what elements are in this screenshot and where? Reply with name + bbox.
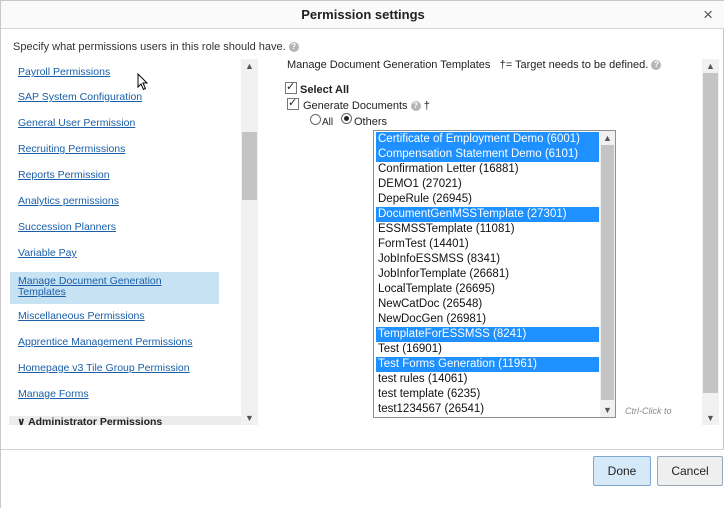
radio-all[interactable] xyxy=(310,114,321,125)
scroll-down-icon[interactable]: ▼ xyxy=(702,411,719,425)
template-option[interactable]: DepeRule (26945) xyxy=(376,192,599,207)
nav-item-7[interactable]: Succession Planners xyxy=(18,222,116,233)
radio-others[interactable] xyxy=(341,113,352,124)
permission-settings-dialog: Permission settings × Specify what permi… xyxy=(0,0,724,508)
done-button[interactable]: Done xyxy=(593,456,651,486)
nav-item-4[interactable]: Recruiting Permissions xyxy=(18,144,125,155)
scroll-up-icon[interactable]: ▲ xyxy=(702,59,719,73)
scroll-down-icon[interactable]: ▼ xyxy=(241,411,258,425)
section-title: Manage Document Generation Templates xyxy=(287,59,491,71)
intro-label: Specify what permissions users in this r… xyxy=(13,41,286,53)
administrator-permissions-header[interactable]: ∨ Administrator Permissions xyxy=(9,416,241,425)
template-option[interactable]: NewCatDoc (26548) xyxy=(376,297,599,312)
collapse-icon: ∨ xyxy=(17,416,26,425)
left-scrollbar[interactable]: ▲ ▼ xyxy=(241,59,258,425)
section-header: Manage Document Generation Templates †= … xyxy=(287,59,662,71)
nav-item-1[interactable]: Payroll Permissions xyxy=(18,67,110,78)
admin-header-label: Administrator Permissions xyxy=(28,416,163,425)
nav-item-13[interactable]: Manage Forms xyxy=(18,389,89,400)
nav-item-3[interactable]: General User Permission xyxy=(18,118,135,129)
intro-text: Specify what permissions users in this r… xyxy=(13,41,299,53)
generate-documents-checkbox[interactable] xyxy=(287,96,299,110)
cancel-button[interactable]: Cancel xyxy=(657,456,723,486)
template-option[interactable]: Compensation Statement Demo (6101) xyxy=(376,147,599,162)
ctrl-click-hint: Ctrl-Click to xyxy=(625,406,672,416)
template-option[interactable]: test1234567 (26541) xyxy=(376,402,599,417)
right-scrollbar[interactable]: ▲ ▼ xyxy=(702,59,719,425)
template-option[interactable]: JobInforTemplate (26681) xyxy=(376,267,599,282)
template-option[interactable]: ESSMSSTemplate (11081) xyxy=(376,222,599,237)
select-all-checkbox[interactable] xyxy=(285,80,297,94)
nav-item-2[interactable]: SAP System Configuration xyxy=(18,92,142,103)
dialog-title: Permission settings xyxy=(301,7,425,22)
template-option[interactable]: DocumentGenMSSTemplate (27301) xyxy=(376,207,599,222)
generate-documents-label: Generate Documents xyxy=(303,100,408,112)
nav-item-9[interactable]: Manage Document Generation Templates xyxy=(10,272,219,304)
left-scroll-thumb[interactable] xyxy=(242,132,257,200)
help-icon[interactable]: ? xyxy=(288,42,299,53)
listbox-scroll-thumb[interactable] xyxy=(601,145,614,400)
radio-all-label: All xyxy=(322,117,334,128)
listbox-scrollbar[interactable]: ▲ ▼ xyxy=(600,131,615,417)
generate-documents-option: Generate Documents ? † xyxy=(303,100,430,112)
template-option[interactable]: Test (16901) xyxy=(376,342,599,357)
target-note: †= Target needs to be defined. xyxy=(499,59,649,71)
template-option[interactable]: TemplateForESSMSS (8241) xyxy=(376,327,599,342)
permission-detail-panel: Manage Document Generation Templates †= … xyxy=(277,59,719,425)
permission-category-panel: Payroll Permissions SAP System Configurat… xyxy=(9,59,258,425)
template-option[interactable]: DEMO1 (27021) xyxy=(376,177,599,192)
right-scroll-thumb[interactable] xyxy=(703,73,718,393)
template-option[interactable]: Certificate of Employment Demo (6001) xyxy=(376,132,599,147)
template-option[interactable]: test rules (14061) xyxy=(376,372,599,387)
target-dagger: † xyxy=(423,100,430,112)
radio-others-label: Others xyxy=(354,116,388,128)
template-option[interactable]: LocalTemplate (26695) xyxy=(376,282,599,297)
template-option[interactable]: test template (6235) xyxy=(376,387,599,402)
close-icon[interactable]: × xyxy=(703,6,713,23)
template-option[interactable]: NewDocGen (26981) xyxy=(376,312,599,327)
dialog-titlebar: Permission settings × xyxy=(1,1,724,29)
nav-item-6[interactable]: Analytics permissions xyxy=(18,196,119,207)
template-option[interactable]: FormTest (14401) xyxy=(376,237,599,252)
help-icon[interactable]: ? xyxy=(651,60,662,71)
nav-item-12[interactable]: Homepage v3 Tile Group Permission xyxy=(18,363,190,374)
nav-item-10[interactable]: Miscellaneous Permissions xyxy=(18,311,145,322)
scroll-up-icon[interactable]: ▲ xyxy=(241,59,258,73)
nav-item-11[interactable]: Apprentice Management Permissions xyxy=(18,337,193,348)
scroll-up-icon[interactable]: ▲ xyxy=(600,131,615,145)
template-listbox[interactable]: Certificate of Employment Demo (6001) Com… xyxy=(373,130,616,418)
mouse-pointer-icon xyxy=(137,73,149,91)
select-all-label: Select All xyxy=(300,84,350,96)
template-option[interactable]: Confirmation Letter (16881) xyxy=(376,162,599,177)
template-option[interactable]: Test Forms Generation (11961) xyxy=(376,357,599,372)
help-icon[interactable]: ? xyxy=(410,101,421,112)
nav-item-8[interactable]: Variable Pay xyxy=(18,248,77,259)
scroll-down-icon[interactable]: ▼ xyxy=(600,403,615,417)
nav-item-5[interactable]: Reports Permission xyxy=(18,170,110,181)
template-option[interactable]: JobInfoESSMSS (8341) xyxy=(376,252,599,267)
